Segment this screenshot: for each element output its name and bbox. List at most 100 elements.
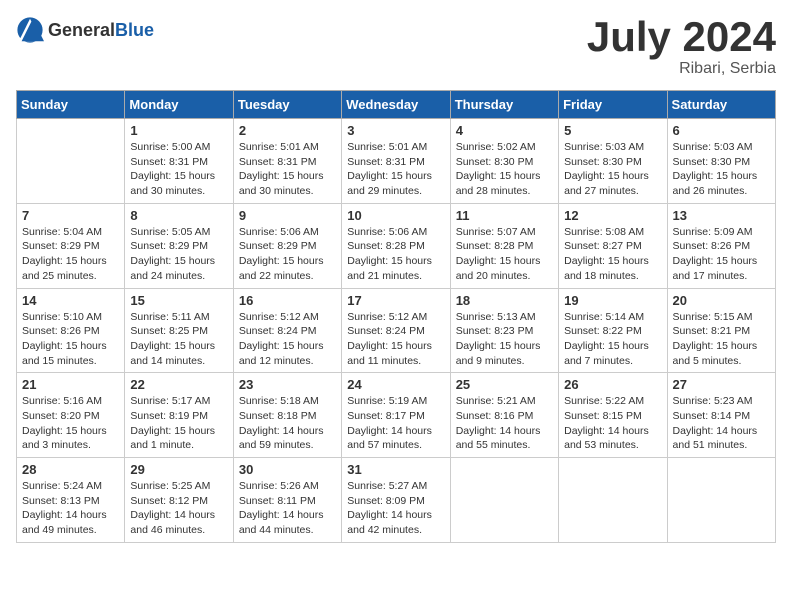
day-info: Sunrise: 5:12 AM Sunset: 8:24 PM Dayligh… bbox=[347, 310, 444, 369]
calendar-cell: 6 Sunrise: 5:03 AM Sunset: 8:30 PM Daylig… bbox=[667, 119, 775, 204]
day-number: 25 bbox=[456, 377, 553, 392]
logo: GeneralBlue bbox=[16, 16, 154, 44]
calendar-cell bbox=[17, 119, 125, 204]
calendar-cell bbox=[667, 458, 775, 543]
calendar-header-row: SundayMondayTuesdayWednesdayThursdayFrid… bbox=[17, 91, 776, 119]
calendar-cell bbox=[559, 458, 667, 543]
day-info: Sunrise: 5:12 AM Sunset: 8:24 PM Dayligh… bbox=[239, 310, 336, 369]
day-info: Sunrise: 5:09 AM Sunset: 8:26 PM Dayligh… bbox=[673, 225, 770, 284]
day-number: 10 bbox=[347, 208, 444, 223]
calendar-cell: 8 Sunrise: 5:05 AM Sunset: 8:29 PM Daylig… bbox=[125, 203, 233, 288]
day-info: Sunrise: 5:01 AM Sunset: 8:31 PM Dayligh… bbox=[239, 140, 336, 199]
calendar-cell: 30 Sunrise: 5:26 AM Sunset: 8:11 PM Dayli… bbox=[233, 458, 341, 543]
calendar-cell: 5Sunrise: 5:03 AM Sunset: 8:30 PM Daylig… bbox=[559, 119, 667, 204]
logo-text-blue: Blue bbox=[115, 20, 154, 40]
day-number: 13 bbox=[673, 208, 770, 223]
calendar-cell: 2 Sunrise: 5:01 AM Sunset: 8:31 PM Daylig… bbox=[233, 119, 341, 204]
day-info: Sunrise: 5:21 AM Sunset: 8:16 PM Dayligh… bbox=[456, 394, 553, 453]
calendar-cell: 4 Sunrise: 5:02 AM Sunset: 8:30 PM Daylig… bbox=[450, 119, 558, 204]
day-info: Sunrise: 5:02 AM Sunset: 8:30 PM Dayligh… bbox=[456, 140, 553, 199]
weekday-header: Friday bbox=[559, 91, 667, 119]
day-number: 24 bbox=[347, 377, 444, 392]
calendar-cell: 21Sunrise: 5:16 AM Sunset: 8:20 PM Dayli… bbox=[17, 373, 125, 458]
day-info: Sunrise: 5:11 AM Sunset: 8:25 PM Dayligh… bbox=[130, 310, 227, 369]
day-number: 2 bbox=[239, 123, 336, 138]
calendar-table: SundayMondayTuesdayWednesdayThursdayFrid… bbox=[16, 90, 776, 543]
location: Ribari, Serbia bbox=[587, 60, 776, 78]
weekday-header: Thursday bbox=[450, 91, 558, 119]
title-area: July 2024 Ribari, Serbia bbox=[587, 16, 776, 78]
day-info: Sunrise: 5:24 AM Sunset: 8:13 PM Dayligh… bbox=[22, 479, 119, 538]
calendar-cell: 20 Sunrise: 5:15 AM Sunset: 8:21 PM Dayli… bbox=[667, 288, 775, 373]
calendar-cell: 9 Sunrise: 5:06 AM Sunset: 8:29 PM Daylig… bbox=[233, 203, 341, 288]
calendar-cell: 28Sunrise: 5:24 AM Sunset: 8:13 PM Dayli… bbox=[17, 458, 125, 543]
day-info: Sunrise: 5:08 AM Sunset: 8:27 PM Dayligh… bbox=[564, 225, 661, 284]
calendar-cell: 14 Sunrise: 5:10 AM Sunset: 8:26 PM Dayli… bbox=[17, 288, 125, 373]
day-number: 14 bbox=[22, 293, 119, 308]
calendar-cell: 7Sunrise: 5:04 AM Sunset: 8:29 PM Daylig… bbox=[17, 203, 125, 288]
day-info: Sunrise: 5:27 AM Sunset: 8:09 PM Dayligh… bbox=[347, 479, 444, 538]
day-number: 30 bbox=[239, 462, 336, 477]
calendar-cell: 26 Sunrise: 5:22 AM Sunset: 8:15 PM Dayli… bbox=[559, 373, 667, 458]
calendar-cell: 18Sunrise: 5:13 AM Sunset: 8:23 PM Dayli… bbox=[450, 288, 558, 373]
day-info: Sunrise: 5:06 AM Sunset: 8:28 PM Dayligh… bbox=[347, 225, 444, 284]
day-number: 6 bbox=[673, 123, 770, 138]
weekday-header: Monday bbox=[125, 91, 233, 119]
day-info: Sunrise: 5:03 AM Sunset: 8:30 PM Dayligh… bbox=[673, 140, 770, 199]
calendar-cell: 24 Sunrise: 5:19 AM Sunset: 8:17 PM Dayli… bbox=[342, 373, 450, 458]
day-number: 20 bbox=[673, 293, 770, 308]
calendar-cell: 17 Sunrise: 5:12 AM Sunset: 8:24 PM Dayli… bbox=[342, 288, 450, 373]
day-number: 31 bbox=[347, 462, 444, 477]
day-info: Sunrise: 5:07 AM Sunset: 8:28 PM Dayligh… bbox=[456, 225, 553, 284]
day-number: 9 bbox=[239, 208, 336, 223]
day-number: 21 bbox=[22, 377, 119, 392]
day-info: Sunrise: 5:14 AM Sunset: 8:22 PM Dayligh… bbox=[564, 310, 661, 369]
calendar-week-row: 21Sunrise: 5:16 AM Sunset: 8:20 PM Dayli… bbox=[17, 373, 776, 458]
day-info: Sunrise: 5:04 AM Sunset: 8:29 PM Dayligh… bbox=[22, 225, 119, 284]
calendar-week-row: 14 Sunrise: 5:10 AM Sunset: 8:26 PM Dayli… bbox=[17, 288, 776, 373]
calendar-cell: 25 Sunrise: 5:21 AM Sunset: 8:16 PM Dayli… bbox=[450, 373, 558, 458]
day-number: 11 bbox=[456, 208, 553, 223]
day-number: 26 bbox=[564, 377, 661, 392]
calendar-cell: 1 Sunrise: 5:00 AM Sunset: 8:31 PM Daylig… bbox=[125, 119, 233, 204]
day-number: 27 bbox=[673, 377, 770, 392]
day-number: 19 bbox=[564, 293, 661, 308]
calendar-cell: 16Sunrise: 5:12 AM Sunset: 8:24 PM Dayli… bbox=[233, 288, 341, 373]
calendar-cell: 12 Sunrise: 5:08 AM Sunset: 8:27 PM Dayli… bbox=[559, 203, 667, 288]
weekday-header: Tuesday bbox=[233, 91, 341, 119]
calendar-week-row: 7Sunrise: 5:04 AM Sunset: 8:29 PM Daylig… bbox=[17, 203, 776, 288]
day-info: Sunrise: 5:19 AM Sunset: 8:17 PM Dayligh… bbox=[347, 394, 444, 453]
day-number: 29 bbox=[130, 462, 227, 477]
day-number: 12 bbox=[564, 208, 661, 223]
day-number: 5 bbox=[564, 123, 661, 138]
day-number: 15 bbox=[130, 293, 227, 308]
calendar-week-row: 28Sunrise: 5:24 AM Sunset: 8:13 PM Dayli… bbox=[17, 458, 776, 543]
day-number: 17 bbox=[347, 293, 444, 308]
calendar-cell: 27Sunrise: 5:23 AM Sunset: 8:14 PM Dayli… bbox=[667, 373, 775, 458]
day-number: 3 bbox=[347, 123, 444, 138]
calendar-cell: 23Sunrise: 5:18 AM Sunset: 8:18 PM Dayli… bbox=[233, 373, 341, 458]
day-info: Sunrise: 5:25 AM Sunset: 8:12 PM Dayligh… bbox=[130, 479, 227, 538]
day-info: Sunrise: 5:13 AM Sunset: 8:23 PM Dayligh… bbox=[456, 310, 553, 369]
day-info: Sunrise: 5:22 AM Sunset: 8:15 PM Dayligh… bbox=[564, 394, 661, 453]
day-info: Sunrise: 5:01 AM Sunset: 8:31 PM Dayligh… bbox=[347, 140, 444, 199]
day-info: Sunrise: 5:10 AM Sunset: 8:26 PM Dayligh… bbox=[22, 310, 119, 369]
calendar-cell: 10 Sunrise: 5:06 AM Sunset: 8:28 PM Dayli… bbox=[342, 203, 450, 288]
day-number: 23 bbox=[239, 377, 336, 392]
calendar-cell: 19 Sunrise: 5:14 AM Sunset: 8:22 PM Dayli… bbox=[559, 288, 667, 373]
day-number: 1 bbox=[130, 123, 227, 138]
logo-text-general: General bbox=[48, 20, 115, 40]
calendar-cell: 3 Sunrise: 5:01 AM Sunset: 8:31 PM Daylig… bbox=[342, 119, 450, 204]
calendar-cell: 15 Sunrise: 5:11 AM Sunset: 8:25 PM Dayli… bbox=[125, 288, 233, 373]
day-number: 4 bbox=[456, 123, 553, 138]
day-info: Sunrise: 5:15 AM Sunset: 8:21 PM Dayligh… bbox=[673, 310, 770, 369]
day-number: 8 bbox=[130, 208, 227, 223]
day-info: Sunrise: 5:00 AM Sunset: 8:31 PM Dayligh… bbox=[130, 140, 227, 199]
day-info: Sunrise: 5:05 AM Sunset: 8:29 PM Dayligh… bbox=[130, 225, 227, 284]
month-year: July 2024 bbox=[587, 16, 776, 58]
day-info: Sunrise: 5:26 AM Sunset: 8:11 PM Dayligh… bbox=[239, 479, 336, 538]
calendar-cell: 22Sunrise: 5:17 AM Sunset: 8:19 PM Dayli… bbox=[125, 373, 233, 458]
day-info: Sunrise: 5:06 AM Sunset: 8:29 PM Dayligh… bbox=[239, 225, 336, 284]
calendar-cell: 29 Sunrise: 5:25 AM Sunset: 8:12 PM Dayli… bbox=[125, 458, 233, 543]
weekday-header: Saturday bbox=[667, 91, 775, 119]
